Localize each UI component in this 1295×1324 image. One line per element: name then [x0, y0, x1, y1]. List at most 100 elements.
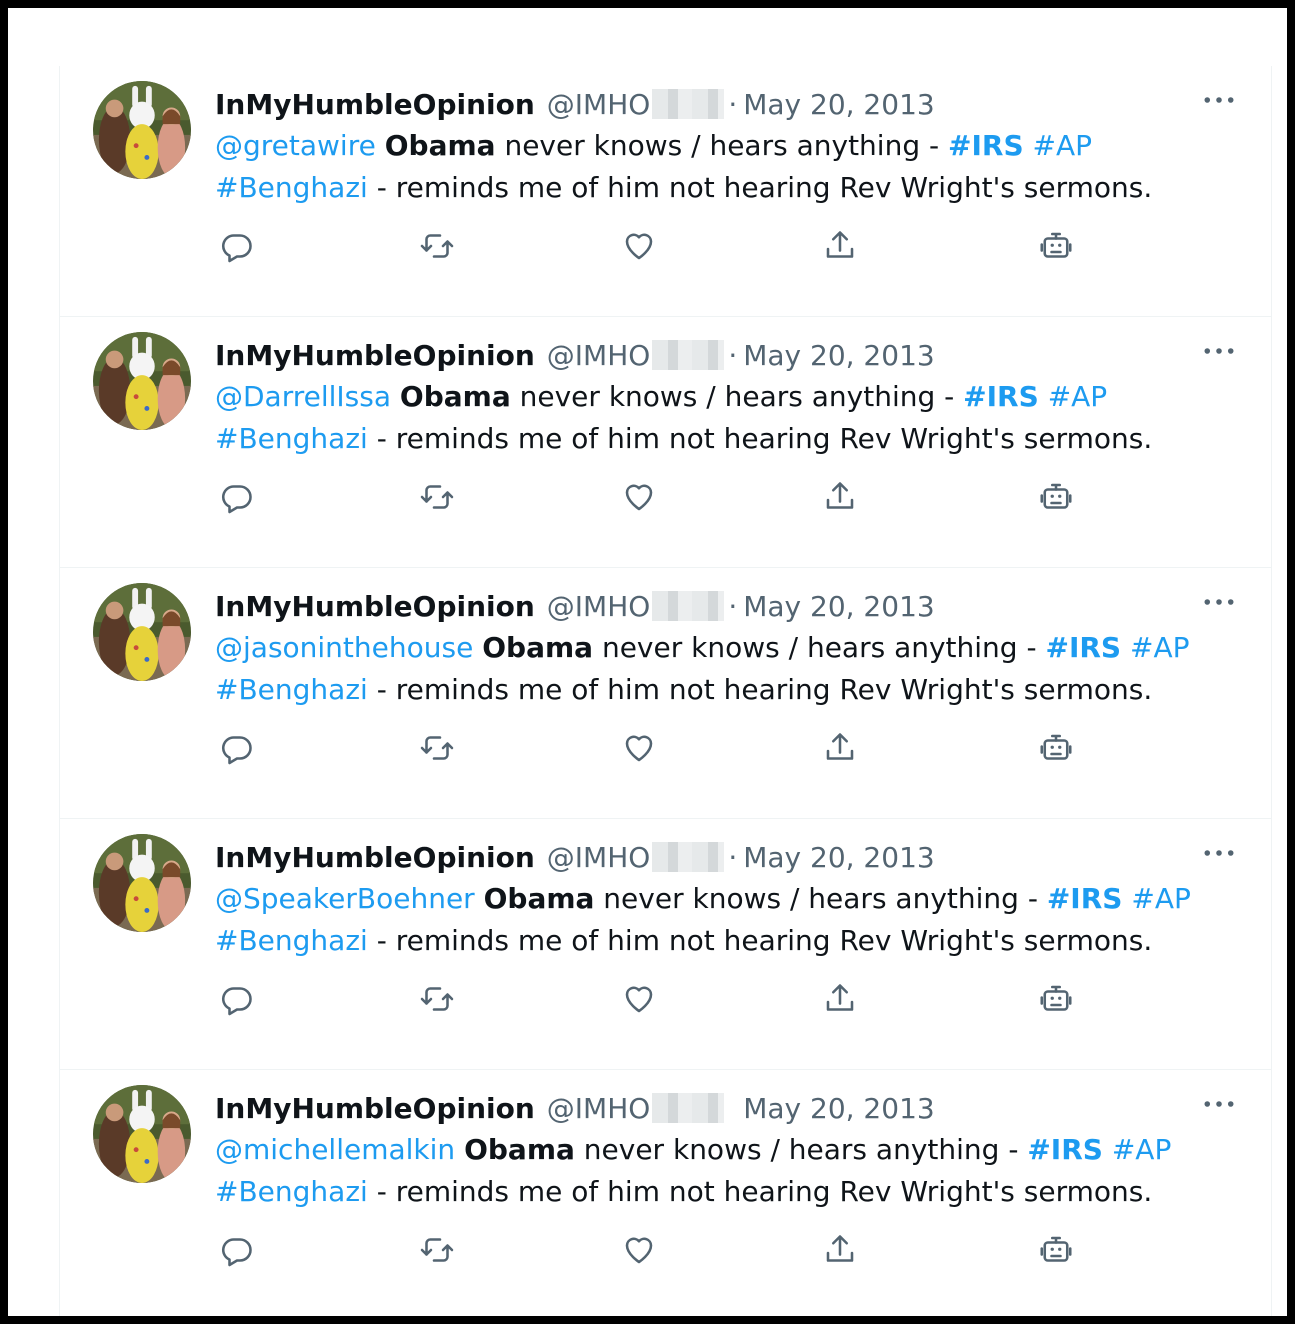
hashtag-ap[interactable]: #AP: [1130, 631, 1190, 664]
more-icon[interactable]: [1197, 85, 1241, 115]
tweet-content: InMyHumbleOpinion @IMHO · May 20, 2013 @…: [215, 583, 1241, 711]
reply-icon[interactable]: [215, 1228, 259, 1272]
hashtag-ap[interactable]: #AP: [1033, 129, 1093, 162]
tweet-text: @jasoninthehouse Obama never knows / hea…: [215, 627, 1225, 711]
avatar[interactable]: [93, 81, 191, 179]
avatar[interactable]: [93, 583, 191, 681]
bot-icon[interactable]: [1034, 1228, 1078, 1272]
display-name[interactable]: InMyHumbleOpinion: [215, 1092, 535, 1125]
user-handle[interactable]: @IMHO: [547, 590, 651, 623]
hashtag-irs[interactable]: #IRS: [963, 380, 1039, 413]
tweet-date[interactable]: May 20, 2013: [743, 1092, 934, 1125]
tweet-body: never knows / hears anything -: [593, 631, 1046, 664]
tweet-content: InMyHumbleOpinion @IMHO · May 20, 2013 @…: [215, 81, 1241, 209]
user-handle[interactable]: @IMHO: [547, 841, 651, 874]
tweet[interactable]: InMyHumbleOpinion @IMHO · May 20, 2013 @…: [60, 819, 1271, 1070]
more-icon[interactable]: [1197, 838, 1241, 868]
bot-icon[interactable]: [1034, 475, 1078, 519]
header-separator: ·: [728, 87, 738, 121]
retweet-icon[interactable]: [415, 726, 459, 770]
tweet-body-end: - reminds me of him not hearing Rev Wrig…: [367, 1175, 1153, 1208]
display-name[interactable]: InMyHumbleOpinion: [215, 841, 535, 874]
share-icon[interactable]: [818, 977, 862, 1021]
tweet-content: InMyHumbleOpinion @IMHO · May 20, 2013 @…: [215, 834, 1241, 962]
user-handle[interactable]: @IMHO: [547, 88, 651, 121]
bold-subject: Obama: [384, 129, 496, 162]
hashtag-irs[interactable]: #IRS: [948, 129, 1024, 162]
hashtag-ap[interactable]: #AP: [1131, 882, 1191, 915]
tweet-text: @gretawire Obama never knows / hears any…: [215, 125, 1225, 209]
tweet-header: InMyHumbleOpinion @IMHO · May 20, 2013: [215, 1085, 1241, 1131]
hashtag-irs[interactable]: #IRS: [1045, 631, 1121, 664]
bot-icon[interactable]: [1034, 726, 1078, 770]
more-icon[interactable]: [1197, 1089, 1241, 1119]
tweet-text: @DarrellIssa Obama never knows / hears a…: [215, 376, 1225, 460]
share-icon[interactable]: [818, 475, 862, 519]
avatar[interactable]: [93, 834, 191, 932]
redacted-handle-blur: [652, 1093, 725, 1123]
display-name[interactable]: InMyHumbleOpinion: [215, 590, 535, 623]
tweet-date[interactable]: May 20, 2013: [743, 841, 934, 874]
reply-icon[interactable]: [215, 977, 259, 1021]
header-separator: ·: [728, 840, 738, 874]
avatar[interactable]: [93, 332, 191, 430]
tweet-header: InMyHumbleOpinion @IMHO · May 20, 2013: [215, 583, 1241, 629]
hashtag-benghazi[interactable]: #Benghazi: [215, 924, 368, 957]
tweet-body: never knows / hears anything -: [510, 380, 964, 413]
share-icon[interactable]: [818, 726, 862, 770]
like-icon[interactable]: [617, 977, 661, 1021]
tweet-body: never knows / hears anything -: [594, 882, 1047, 915]
user-handle[interactable]: @IMHO: [547, 1092, 651, 1125]
user-handle[interactable]: @IMHO: [547, 339, 651, 372]
like-icon[interactable]: [617, 224, 661, 268]
tweet[interactable]: InMyHumbleOpinion @IMHO · May 20, 2013 @…: [60, 66, 1271, 317]
mention-link[interactable]: @SpeakerBoehner: [215, 882, 475, 915]
like-icon[interactable]: [617, 726, 661, 770]
bot-icon[interactable]: [1034, 224, 1078, 268]
tweet-date[interactable]: May 20, 2013: [743, 590, 934, 623]
reply-icon[interactable]: [215, 726, 259, 770]
tweet-actions: [215, 726, 1115, 776]
tweet-body-end: - reminds me of him not hearing Rev Wrig…: [367, 171, 1153, 204]
share-icon[interactable]: [818, 1228, 862, 1272]
hashtag-benghazi[interactable]: #Benghazi: [215, 171, 368, 204]
like-icon[interactable]: [617, 1228, 661, 1272]
more-icon[interactable]: [1197, 587, 1241, 617]
hashtag-ap[interactable]: #AP: [1112, 1133, 1172, 1166]
hashtag-benghazi[interactable]: #Benghazi: [215, 1175, 368, 1208]
tweet-body: never knows / hears anything -: [574, 1133, 1028, 1166]
tweet-date[interactable]: May 20, 2013: [743, 88, 934, 121]
tweet-date[interactable]: May 20, 2013: [743, 339, 934, 372]
reply-icon[interactable]: [215, 224, 259, 268]
bot-icon[interactable]: [1034, 977, 1078, 1021]
tweet-content: InMyHumbleOpinion @IMHO · May 20, 2013 @…: [215, 1085, 1241, 1213]
avatar[interactable]: [93, 1085, 191, 1183]
retweet-icon[interactable]: [415, 224, 459, 268]
hashtag-irs[interactable]: #IRS: [1027, 1133, 1103, 1166]
tweet[interactable]: InMyHumbleOpinion @IMHO · May 20, 2013 @…: [60, 568, 1271, 819]
display-name[interactable]: InMyHumbleOpinion: [215, 339, 535, 372]
hashtag-irs[interactable]: #IRS: [1047, 882, 1123, 915]
tweet-actions: [215, 224, 1115, 274]
reply-icon[interactable]: [215, 475, 259, 519]
mention-link[interactable]: @michellemalkin: [215, 1133, 455, 1166]
retweet-icon[interactable]: [415, 977, 459, 1021]
tweet[interactable]: InMyHumbleOpinion @IMHO · May 20, 2013 @…: [60, 317, 1271, 568]
mention-link[interactable]: @DarrellIssa: [215, 380, 391, 413]
like-icon[interactable]: [617, 475, 661, 519]
bold-subject: Obama: [483, 882, 595, 915]
tweet[interactable]: InMyHumbleOpinion @IMHO · May 20, 2013 @…: [60, 1070, 1271, 1316]
share-icon[interactable]: [818, 224, 862, 268]
more-icon[interactable]: [1197, 336, 1241, 366]
tweet-actions: [215, 475, 1115, 525]
hashtag-benghazi[interactable]: #Benghazi: [215, 422, 368, 455]
retweet-icon[interactable]: [415, 475, 459, 519]
hashtag-ap[interactable]: #AP: [1048, 380, 1108, 413]
mention-link[interactable]: @jasoninthehouse: [215, 631, 473, 664]
redacted-handle-blur: [652, 89, 725, 119]
tweet-actions: [215, 977, 1115, 1027]
mention-link[interactable]: @gretawire: [215, 129, 376, 162]
hashtag-benghazi[interactable]: #Benghazi: [215, 673, 368, 706]
display-name[interactable]: InMyHumbleOpinion: [215, 88, 535, 121]
retweet-icon[interactable]: [415, 1228, 459, 1272]
